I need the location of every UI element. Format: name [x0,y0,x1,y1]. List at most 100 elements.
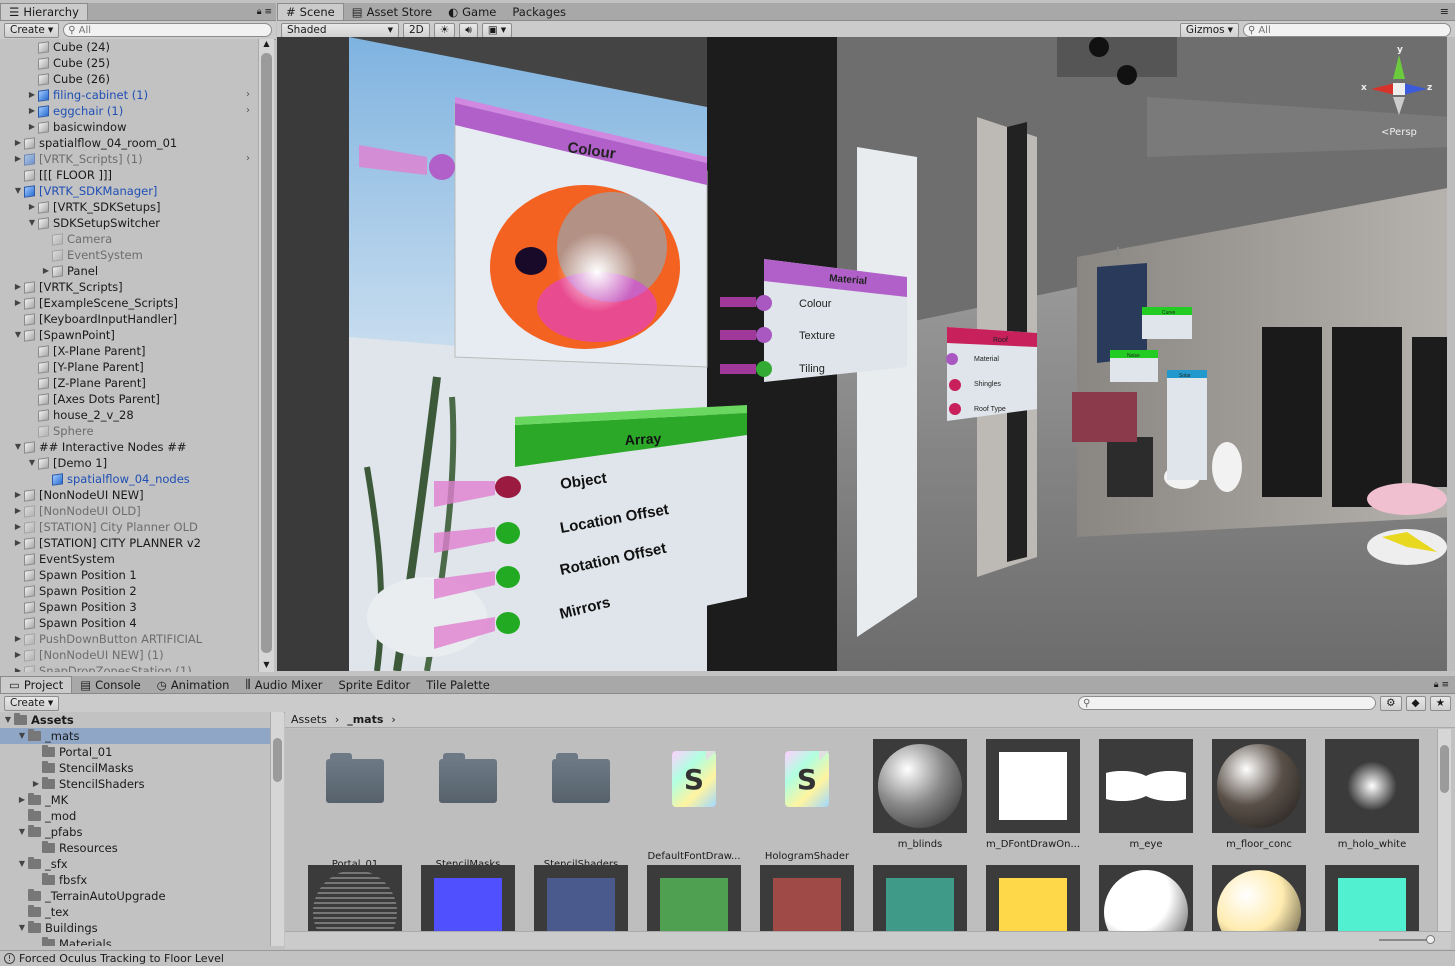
hierarchy-item[interactable]: house_2_v_28 [0,407,258,423]
hierarchy-item[interactable]: spatialflow_04_nodes [0,471,258,487]
project-create-button[interactable]: Create ▼ [4,695,60,711]
hierarchy-item[interactable]: Spawn Position 2 [0,583,258,599]
project-folder-item[interactable]: _TerrainAutoUpgrade [0,888,270,904]
asset-item[interactable] [757,865,857,931]
hierarchy-item[interactable]: ▶ [STATION] City Planner OLD [0,519,258,535]
hierarchy-item[interactable]: ▶ [STATION] CITY PLANNER v2 [0,535,258,551]
asset-item[interactable]: m_floor_conc [1209,739,1309,850]
hierarchy-item[interactable]: [Y-Plane Parent] [0,359,258,375]
foldout-arrow-icon[interactable]: ▼ [2,712,14,728]
asset-item[interactable] [1096,865,1196,931]
foldout-arrow-icon[interactable]: ▼ [16,728,28,744]
foldout-arrow-icon[interactable]: ▶ [12,135,24,151]
lock-icon[interactable]: 🔒︎ ≡ [257,7,272,17]
tab-audio-mixer[interactable]: ⫼ Audio Mixer [237,676,330,693]
asset-item[interactable]: Portal_01 [305,739,405,870]
tab-tile-palette[interactable]: Tile Palette [418,676,498,693]
hierarchy-scrollbar[interactable]: ▲ ▼ [258,39,274,672]
foldout-arrow-icon[interactable]: ▶ [12,503,24,519]
foldout-arrow-icon[interactable]: ▶ [12,647,24,663]
foldout-arrow-icon[interactable]: ▶ [26,119,38,135]
hierarchy-item[interactable]: [Axes Dots Parent] [0,391,258,407]
hierarchy-tree[interactable]: Cube (24) Cube (25) Cube (26) ▶ filing-cabin… [0,39,258,672]
hierarchy-item[interactable]: ▶ spatialflow_04_room_01 [0,135,258,151]
foldout-arrow-icon[interactable]: ▼ [16,824,28,840]
lock-icon[interactable]: 🔒︎ ≡ [1434,680,1449,690]
tab-game[interactable]: ◐ Game [440,3,504,20]
hierarchy-item[interactable]: Cube (24) [0,39,258,55]
hierarchy-item[interactable]: ▼ SDKSetupSwitcher [0,215,258,231]
hierarchy-item[interactable]: Cube (26) [0,71,258,87]
tab-project[interactable]: ▭ Project [0,676,73,693]
foldout-arrow-icon[interactable]: ▶ [26,103,38,119]
project-tree-scroll-thumb[interactable] [273,738,282,782]
filter-label-button[interactable]: ◆ [1405,695,1426,711]
hierarchy-item[interactable]: ▶ filing-cabinet (1) › [0,87,258,103]
hierarchy-search-input[interactable] [78,24,267,36]
asset-item[interactable] [870,865,970,931]
hierarchy-item[interactable]: ▶ Panel [0,263,258,279]
scene-search-input[interactable] [1258,24,1446,36]
foldout-arrow-icon[interactable]: ▶ [40,263,52,279]
icon-size-slider-handle[interactable] [1426,935,1435,944]
foldout-arrow-icon[interactable]: ▶ [12,151,24,167]
foldout-arrow-icon[interactable]: ▶ [12,295,24,311]
foldout-arrow-icon[interactable]: ▼ [26,455,38,471]
foldout-arrow-icon[interactable]: ▼ [12,439,24,455]
breadcrumb-item[interactable]: _mats [347,713,383,726]
lighting-toggle[interactable]: ☀ [433,22,456,38]
foldout-arrow-icon[interactable]: ▶ [12,631,24,647]
foldout-arrow-icon[interactable]: ▶ [12,663,24,672]
gizmos-dropdown[interactable]: Gizmos ▼ [1179,22,1239,38]
foldout-arrow-icon[interactable]: ▶ [16,792,28,808]
asset-grid-scroll-thumb[interactable] [1440,745,1449,793]
foldout-arrow-icon[interactable]: ▶ [30,776,42,792]
hierarchy-item[interactable]: Spawn Position 3 [0,599,258,615]
project-folder-item[interactable]: fbsfx [0,872,270,888]
scene-search[interactable]: ⚲ [1243,23,1451,37]
hierarchy-item[interactable]: Sphere [0,423,258,439]
asset-item[interactable]: m_eye [1096,739,1196,850]
hierarchy-item[interactable]: ▼ ## Interactive Nodes ## [0,439,258,455]
foldout-arrow-icon[interactable]: ▼ [12,327,24,343]
project-folder-item[interactable]: Resources [0,840,270,856]
prefab-open-icon[interactable]: › [246,151,250,167]
project-folder-item[interactable]: ▼ Assets [0,712,270,728]
asset-item[interactable]: StencilShaders [531,739,631,870]
project-search[interactable]: ⚲ [1078,696,1377,710]
asset-item[interactable]: m_holo_white [1322,739,1422,850]
hierarchy-item[interactable]: [KeyboardInputHandler] [0,311,258,327]
hierarchy-item[interactable]: ▶ eggchair (1) › [0,103,258,119]
foldout-arrow-icon[interactable]: ▶ [26,87,38,103]
project-folder-item[interactable]: ▶ StencilShaders [0,776,270,792]
project-folder-item[interactable]: ▼ _mats [0,728,270,744]
scene-view[interactable]: Colour Material Colour Texture Tiling Ro… [277,37,1453,671]
hierarchy-item[interactable]: ▶ [VRTK_Scripts] (1) › [0,151,258,167]
hierarchy-item[interactable]: [X-Plane Parent] [0,343,258,359]
hierarchy-item[interactable]: [[[ FLOOR ]]] [0,167,258,183]
foldout-arrow-icon[interactable]: ▼ [26,215,38,231]
hierarchy-item[interactable]: ▶ SnapDropZonesStation (1) [0,663,258,672]
project-search-input[interactable] [1093,697,1372,709]
asset-item[interactable] [1209,865,1309,931]
hierarchy-item[interactable]: ▼ [Demo 1] [0,455,258,471]
asset-grid-scrollbar[interactable] [1437,729,1451,931]
hierarchy-item[interactable]: ▶ [NonNodeUI NEW] [0,487,258,503]
asset-item[interactable]: m_blinds [870,739,970,850]
prefab-open-icon[interactable]: › [246,103,250,119]
asset-item[interactable]: StencilMasks [418,739,518,870]
shading-dropdown[interactable]: Shaded ▼ [281,22,399,38]
filter-type-button[interactable]: ⚙ [1380,695,1402,711]
foldout-arrow-icon[interactable]: ▶ [12,519,24,535]
hierarchy-item[interactable]: ▼ [SpawnPoint] [0,327,258,343]
project-folder-item[interactable]: ▼ _sfx [0,856,270,872]
project-tree-scrollbar[interactable] [270,712,284,946]
asset-item[interactable] [305,865,405,931]
orientation-gizmo[interactable]: y x z <Persp [1357,45,1441,141]
audio-toggle[interactable]: 🔊︎ [459,22,478,38]
project-folder-item[interactable]: _mod [0,808,270,824]
hierarchy-item[interactable]: Spawn Position 1 [0,567,258,583]
tab-console[interactable]: ▤ Console [72,676,149,693]
hierarchy-create-button[interactable]: Create ▼ [4,22,60,38]
hierarchy-item[interactable]: EventSystem [0,247,258,263]
